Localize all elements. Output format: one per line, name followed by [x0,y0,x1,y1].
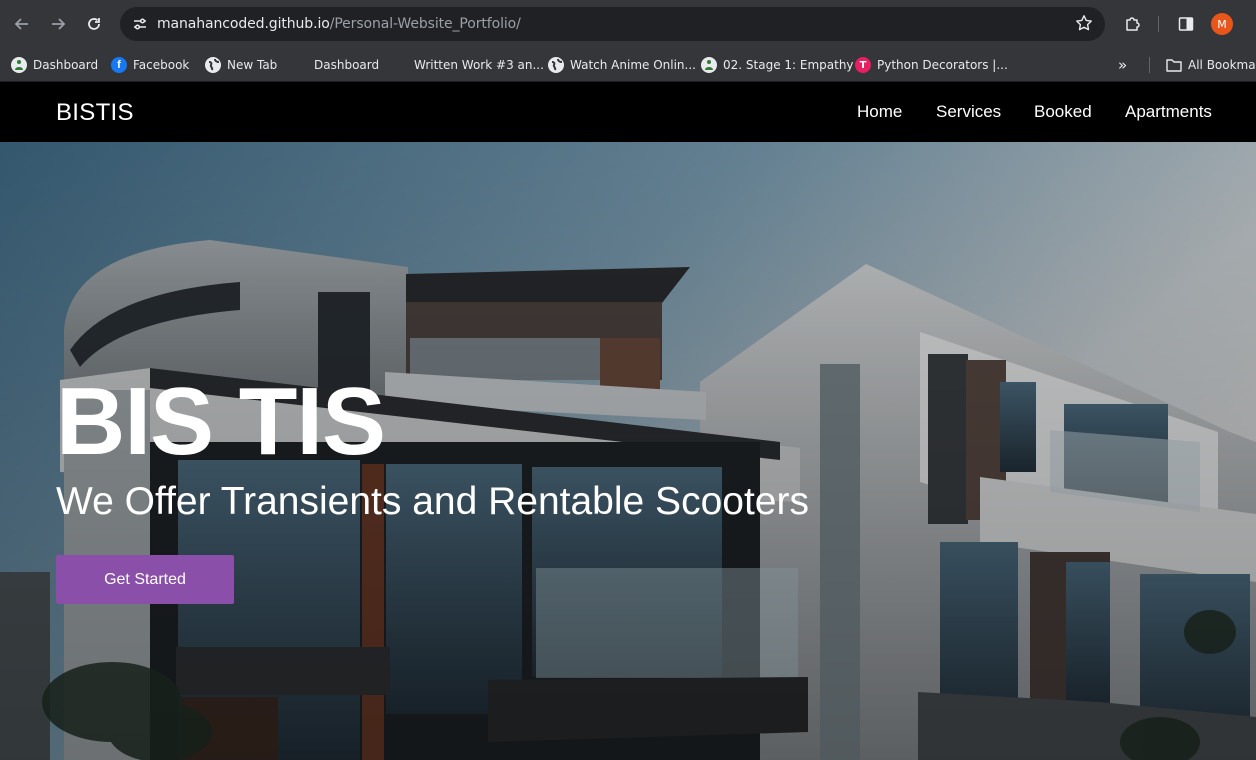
toolbar-divider [1158,16,1159,32]
side-panel-icon [1178,17,1194,31]
nav-link-apartments[interactable]: Apartments [1125,102,1212,122]
hero-section: BIS TIS We Offer Transients and Rentable… [0,142,1256,760]
url-text[interactable]: manahancoded.github.io/Personal-Website_… [157,16,521,32]
puzzle-icon [1126,17,1140,31]
extensions-button[interactable] [1119,10,1147,38]
bookmark-star-icon[interactable] [1075,14,1093,37]
nav-link-booked[interactable]: Booked [1034,102,1092,122]
back-arrow-icon [14,18,28,30]
bookmark-item[interactable]: Watch Anime Onlin... [548,53,696,77]
bookmark-label: Python Decorators |... [877,58,1008,72]
bookmark-item[interactable]: Dashboard [11,53,98,77]
overflow-chevron-icon: » [1118,56,1128,74]
bookmark-label: Dashboard [33,58,99,72]
bookmark-label: Facebook [133,58,190,72]
hero-subtitle: We Offer Transients and Rentable Scooter… [56,480,809,523]
microsoft-favicon-icon [292,58,308,73]
facebook-favicon-icon: f [111,57,127,73]
bookmark-label: New Tab [227,58,278,72]
hero-title: BIS TIS [56,368,386,475]
forward-arrow-icon [52,18,66,30]
globe-favicon-icon [548,57,564,73]
nav-link-home[interactable]: Home [857,102,902,122]
bookmarks-bar: Dashboard f Facebook New Tab Dashboard W… [0,48,1256,82]
url-host: manahancoded.github.io [157,16,330,32]
forward-button[interactable] [44,10,72,38]
web-page: BISTIS Home Services Booked Apartments B… [0,82,1256,760]
bookmark-item[interactable]: New Tab [205,53,277,77]
all-bookmarks-button[interactable]: All Bookmarks [1166,53,1256,77]
bookmark-label: Watch Anime Onlin... [570,58,696,72]
dashboard-favicon-icon [701,57,717,73]
all-bookmarks-label: All Bookmarks [1188,58,1256,72]
bookmark-label: Dashboard [314,58,380,72]
bookmarks-divider [1149,57,1150,73]
site-settings-icon[interactable] [128,12,152,36]
get-started-button[interactable]: Get Started [56,555,234,604]
bookmark-item[interactable]: T Python Decorators |... [855,53,1008,77]
globe-favicon-icon [205,57,221,73]
microsoft-favicon-icon [392,58,408,73]
bookmarks-overflow-button[interactable]: » [1118,53,1127,77]
site-navbar: BISTIS Home Services Booked Apartments [0,82,1256,142]
profile-avatar[interactable]: M [1211,13,1233,35]
bookmark-item[interactable]: 02. Stage 1: Empathy [701,53,854,77]
url-path: /Personal-Website_Portfolio/ [329,16,521,32]
address-bar[interactable]: manahancoded.github.io/Personal-Website_… [120,7,1105,41]
side-panel-button[interactable] [1172,10,1200,38]
bookmark-label: 02. Stage 1: Empathy [723,58,854,72]
back-button[interactable] [8,10,36,38]
reload-button[interactable] [80,10,108,38]
bookmark-item[interactable]: Dashboard [292,53,379,77]
browser-toolbar: manahancoded.github.io/Personal-Website_… [0,0,1256,48]
bookmark-item[interactable]: Written Work #3 an... [392,53,544,77]
site-brand-logo[interactable]: BISTIS [56,99,134,127]
folder-icon [1166,59,1182,72]
reload-icon [88,18,100,30]
nav-link-services[interactable]: Services [936,102,1001,122]
bookmark-label: Written Work #3 an... [414,58,544,72]
bookmark-item[interactable]: f Facebook [111,53,189,77]
dashboard-favicon-icon [11,57,27,73]
python-favicon-icon: T [855,57,871,73]
